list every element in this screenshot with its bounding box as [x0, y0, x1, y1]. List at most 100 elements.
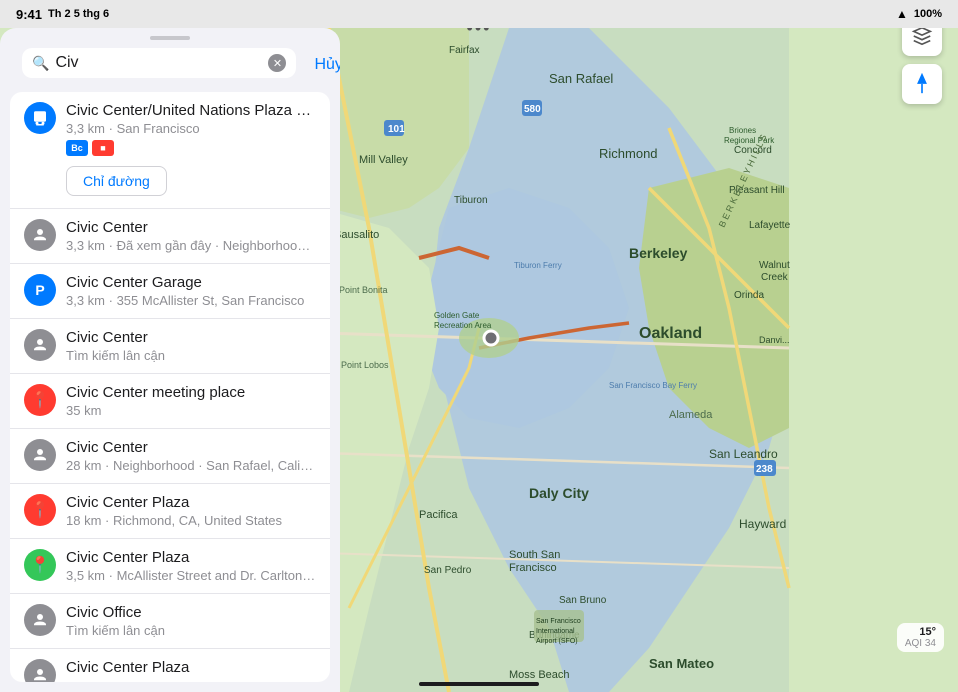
aqi-value: AQI 34 — [905, 638, 936, 649]
svg-text:San Rafael: San Rafael — [549, 71, 613, 86]
search-result-item[interactable]: Civic Center Tìm kiếm lân cận — [10, 319, 330, 374]
result-subtitle: 28 km · Neighborhood · San Rafael, Calif… — [66, 458, 316, 473]
wifi-icon: ▲ — [896, 7, 908, 21]
svg-text:San Leandro: San Leandro — [709, 447, 778, 461]
result-title: Civic Center Plaza — [66, 549, 316, 566]
result-title: Civic Center Plaza — [66, 659, 316, 676]
cancel-button[interactable]: Hủy — [314, 52, 340, 78]
svg-text:Point Lobos: Point Lobos — [341, 360, 389, 370]
result-subtitle: 3,3 km · Đã xem gần đây · Neighborhood .… — [66, 238, 316, 253]
sidebar: 🔍 ✕ Hủy Civic Center/United Nations Pl — [0, 28, 340, 692]
result-icon-neighborhood — [24, 659, 56, 682]
result-title: Civic Center meeting place — [66, 384, 316, 401]
svg-text:South San: South San — [509, 549, 560, 561]
svg-text:Orinda: Orinda — [734, 290, 764, 301]
svg-text:Sausalito: Sausalito — [334, 229, 379, 241]
search-result-item[interactable]: Civic Office Tìm kiếm lân cận — [10, 594, 330, 649]
transit-badges: Bc ■ — [66, 140, 316, 156]
location-button[interactable] — [902, 64, 942, 104]
transit-badge-bus: Bc — [66, 140, 88, 156]
svg-text:Francisco: Francisco — [509, 562, 557, 574]
search-result-item[interactable]: P Civic Center Garage 3,3 km · 355 McAll… — [10, 264, 330, 319]
svg-text:San Bruno: San Bruno — [559, 595, 607, 606]
svg-text:Mill Valley: Mill Valley — [359, 154, 408, 166]
search-result-item[interactable]: Civic Center 3,3 km · Đã xem gần đây · N… — [10, 209, 330, 264]
status-date: Th 2 5 thg 6 — [48, 8, 109, 20]
svg-text:Airport (SFO): Airport (SFO) — [536, 638, 578, 645]
svg-text:Walnut: Walnut — [759, 260, 790, 271]
search-result-item[interactable]: Civic Center Plaza — [10, 649, 330, 682]
status-bar: 9:41 Th 2 5 thg 6 ▲ 100% — [0, 0, 958, 28]
search-result-item[interactable]: Civic Center 28 km · Neighborhood · San … — [10, 429, 330, 484]
battery-icon: 100% — [914, 8, 942, 20]
svg-text:Daly City: Daly City — [529, 485, 589, 501]
result-title: Civic Center — [66, 439, 316, 456]
search-result-item[interactable]: 📍 Civic Center Plaza 18 km · Richmond, C… — [10, 484, 330, 539]
result-content: Civic Center meeting place 35 km — [66, 384, 316, 418]
result-icon-pin-green: 📍 — [24, 549, 56, 581]
drag-handle-bar — [150, 36, 190, 40]
result-icon-neighborhood — [24, 219, 56, 251]
svg-text:Oakland: Oakland — [639, 325, 702, 342]
result-subtitle: 18 km · Richmond, CA, United States — [66, 513, 316, 528]
svg-text:Lafayette: Lafayette — [749, 220, 791, 231]
svg-text:San Francisco Bay Ferry: San Francisco Bay Ferry — [609, 381, 697, 390]
search-input[interactable] — [55, 54, 262, 72]
home-indicator — [419, 682, 539, 686]
result-icon-pin-red: 📍 — [24, 384, 56, 416]
result-subtitle: 3,3 km · 355 McAllister St, San Francisc… — [66, 293, 316, 308]
result-title: Civic Center — [66, 329, 316, 346]
result-icon-transit — [24, 102, 56, 134]
svg-text:San Pedro: San Pedro — [424, 565, 472, 576]
svg-text:Pacifica: Pacifica — [419, 509, 458, 521]
temperature-value: 15° — [905, 626, 936, 638]
svg-text:San Mateo: San Mateo — [649, 656, 714, 671]
svg-text:Fairfax: Fairfax — [449, 45, 480, 56]
map-controls — [902, 16, 942, 104]
result-content: Civic Center Plaza — [66, 659, 316, 676]
result-title: Civic Center Garage — [66, 274, 316, 291]
search-result-item[interactable]: Civic Center/United Nations Plaza Sta...… — [10, 92, 330, 209]
result-icon-pin-red2: 📍 — [24, 494, 56, 526]
svg-text:Tiburon: Tiburon — [454, 195, 488, 206]
result-subtitle: 3,3 km · San Francisco — [66, 121, 316, 136]
result-title: Civic Center Plaza — [66, 494, 316, 511]
result-content: Civic Office Tìm kiếm lân cận — [66, 604, 316, 638]
result-content: Civic Center 28 km · Neighborhood · San … — [66, 439, 316, 473]
result-icon-neighborhood — [24, 329, 56, 361]
search-results-list: Civic Center/United Nations Plaza Sta...… — [10, 92, 330, 682]
svg-text:Alameda: Alameda — [669, 409, 713, 421]
result-title: Civic Center — [66, 219, 316, 236]
result-title: Civic Center/United Nations Plaza Sta... — [66, 102, 316, 119]
svg-text:Golden Gate: Golden Gate — [434, 311, 480, 320]
drag-handle[interactable] — [0, 28, 340, 44]
svg-text:580: 580 — [524, 104, 541, 115]
status-time: 9:41 — [16, 7, 42, 22]
result-content: Civic Center 3,3 km · Đã xem gần đây · N… — [66, 219, 316, 253]
svg-text:International: International — [536, 628, 575, 635]
svg-text:Richmond: Richmond — [599, 146, 658, 161]
search-result-civic-meeting-place[interactable]: 📍 Civic Center meeting place 35 km — [10, 374, 330, 429]
result-subtitle: Tìm kiếm lân cận — [66, 348, 316, 363]
svg-text:Hayward: Hayward — [739, 517, 786, 531]
result-icon-neighborhood — [24, 439, 56, 471]
result-content: Civic Center/United Nations Plaza Sta...… — [66, 102, 316, 136]
result-content: Civic Center Plaza 18 km · Richmond, CA,… — [66, 494, 316, 528]
result-icon-parking: P — [24, 274, 56, 306]
result-subtitle: Tìm kiếm lân cận — [66, 623, 316, 638]
svg-text:Recreation Area: Recreation Area — [434, 321, 492, 330]
svg-text:101: 101 — [388, 124, 405, 135]
search-result-item[interactable]: 📍 Civic Center Plaza 3,5 km · McAllister… — [10, 539, 330, 594]
status-left: 9:41 Th 2 5 thg 6 — [16, 7, 109, 22]
search-bar[interactable]: 🔍 ✕ — [22, 48, 296, 78]
svg-text:Danvi...: Danvi... — [759, 335, 790, 345]
transit-badge-rail: ■ — [92, 140, 114, 156]
svg-text:Tiburon Ferry: Tiburon Ferry — [514, 261, 562, 270]
search-clear-button[interactable]: ✕ — [268, 54, 286, 72]
directions-button[interactable]: Chỉ đường — [66, 166, 167, 196]
result-content: Civic Center Plaza 3,5 km · McAllister S… — [66, 549, 316, 583]
svg-text:Briones: Briones — [729, 126, 756, 135]
status-right: ▲ 100% — [896, 7, 942, 21]
result-icon-neighborhood — [24, 604, 56, 636]
result-subtitle: 35 km — [66, 403, 316, 418]
